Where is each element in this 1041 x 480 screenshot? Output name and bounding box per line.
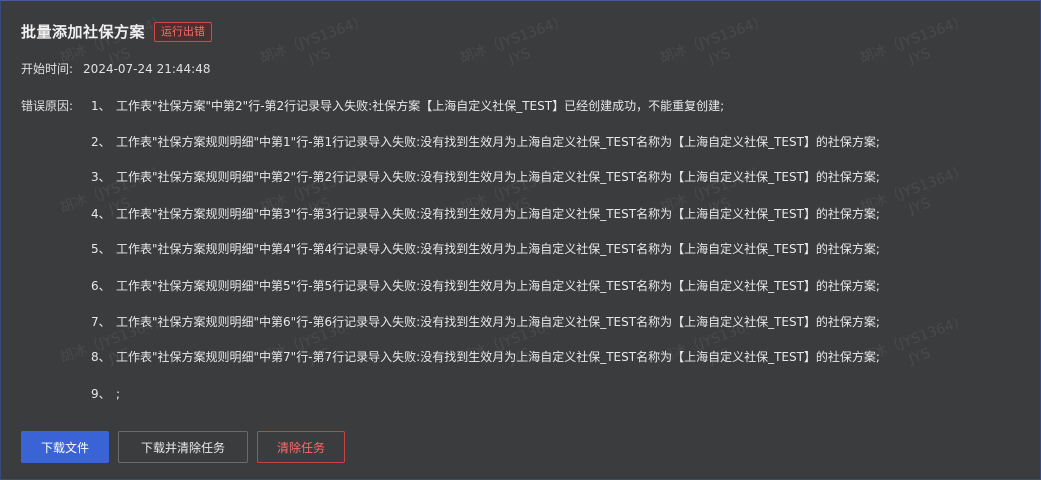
error-item-number: 9、 bbox=[91, 387, 111, 401]
error-reason-label: 错误原因: bbox=[21, 99, 74, 113]
error-item-text: 工作表"社保方案规则明细"中第6"行-第6行记录导入失败:没有找到生效月为上海自… bbox=[116, 315, 880, 329]
start-time-row: 开始时间: 2024-07-24 21:44:48 bbox=[21, 60, 211, 77]
error-item-number: 3、 bbox=[91, 170, 111, 184]
error-item-number: 5、 bbox=[91, 242, 111, 256]
start-time-value: 2024-07-24 21:44:48 bbox=[83, 62, 211, 76]
error-item: 8、 工作表"社保方案规则明细"中第7"行-第7行记录导入失败:没有找到生效月为上… bbox=[91, 348, 1031, 365]
error-item: 2、 工作表"社保方案规则明细"中第1"行-第1行记录导入失败:没有找到生效月为上… bbox=[91, 133, 1031, 150]
error-item: 7、 工作表"社保方案规则明细"中第6"行-第6行记录导入失败:没有找到生效月为上… bbox=[91, 313, 1031, 330]
action-bar: 下载文件 下载并清除任务 清除任务 bbox=[21, 431, 345, 463]
error-item-text: 工作表"社保方案规则明细"中第5"行-第5行记录导入失败:没有找到生效月为上海自… bbox=[116, 279, 880, 293]
error-item-number: 1、 bbox=[91, 99, 111, 113]
status-badge: 运行出错 bbox=[154, 21, 213, 42]
clear-task-button[interactable]: 清除任务 bbox=[257, 431, 345, 463]
page-title: 批量添加社保方案 bbox=[21, 23, 146, 41]
error-item: 1、 工作表"社保方案"中第2"行-第2行记录导入失败:社保方案【上海自定义社保_… bbox=[91, 97, 1031, 114]
download-file-button[interactable]: 下载文件 bbox=[21, 431, 109, 463]
error-item-text: ; bbox=[116, 387, 121, 401]
error-item-number: 8、 bbox=[91, 350, 111, 364]
error-item-number: 7、 bbox=[91, 315, 111, 329]
error-item: 5、 工作表"社保方案规则明细"中第4"行-第4行记录导入失败:没有找到生效月为上… bbox=[91, 240, 1031, 257]
error-item-text: 工作表"社保方案规则明细"中第1"行-第1行记录导入失败:没有找到生效月为上海自… bbox=[116, 135, 880, 149]
error-item-text: 工作表"社保方案规则明细"中第4"行-第4行记录导入失败:没有找到生效月为上海自… bbox=[116, 242, 880, 256]
error-item-number: 2、 bbox=[91, 135, 111, 149]
start-time-label: 开始时间: bbox=[21, 62, 74, 76]
error-item: 9、; bbox=[91, 385, 1031, 402]
error-item-text: 工作表"社保方案规则明细"中第7"行-第7行记录导入失败:没有找到生效月为上海自… bbox=[116, 350, 880, 364]
error-item-text: 工作表"社保方案"中第2"行-第2行记录导入失败:社保方案【上海自定义社保_TE… bbox=[116, 99, 725, 113]
error-item: 4、 工作表"社保方案规则明细"中第3"行-第3行记录导入失败:没有找到生效月为上… bbox=[91, 205, 1031, 222]
panel-header: 批量添加社保方案 运行出错 bbox=[21, 21, 213, 42]
error-item-number: 6、 bbox=[91, 279, 111, 293]
error-item: 3、 工作表"社保方案规则明细"中第2"行-第2行记录导入失败:没有找到生效月为上… bbox=[91, 168, 1031, 185]
error-item-text: 工作表"社保方案规则明细"中第3"行-第3行记录导入失败:没有找到生效月为上海自… bbox=[116, 207, 880, 221]
error-item-number: 4、 bbox=[91, 207, 111, 221]
download-and-clear-task-button[interactable]: 下载并清除任务 bbox=[118, 431, 248, 463]
error-item: 6、 工作表"社保方案规则明细"中第5"行-第5行记录导入失败:没有找到生效月为上… bbox=[91, 277, 1031, 294]
error-item-text: 工作表"社保方案规则明细"中第2"行-第2行记录导入失败:没有找到生效月为上海自… bbox=[116, 170, 880, 184]
